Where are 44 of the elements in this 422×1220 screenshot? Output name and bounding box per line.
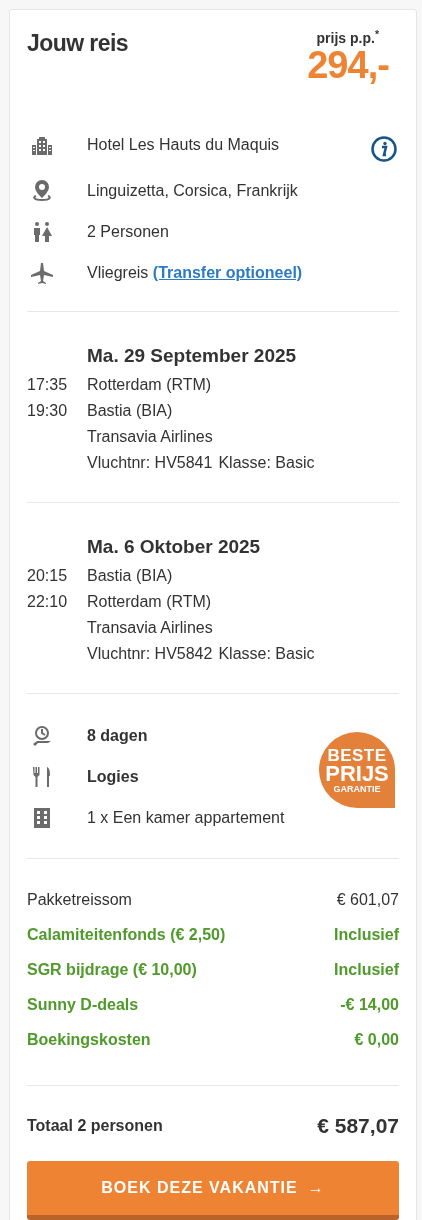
info-text: 2 Personen [87, 222, 169, 242]
info-text: Vliegreis (Transfer optioneel) [87, 263, 303, 283]
cost-label: SGR bijdrage (€ 10,00) [27, 960, 197, 980]
info-icon[interactable] [371, 136, 397, 162]
info-text: Linguizetta, Corsica, Frankrijk [87, 181, 298, 201]
info-text: Hotel Les Hauts du Maquis [87, 135, 280, 155]
cost-label: Pakketreissom [27, 890, 132, 910]
detail-text: 1 x Een kamer appartement [87, 808, 285, 828]
cost-label: Calamiteitenfonds (€ 2,50) [27, 925, 226, 945]
flight-number: Vluchtnr: HV5842 [87, 644, 213, 664]
total-label: Totaal 2 personen [27, 1115, 163, 1136]
flight-time: 22:10 [27, 593, 68, 610]
total-amount: € 587,07 [317, 1113, 399, 1139]
cost-value: € 0,00 [354, 1030, 399, 1050]
cost-label: Boekingskosten [27, 1030, 151, 1050]
card-title: Jouw reis [27, 29, 128, 58]
price-amount: 294,- [307, 46, 389, 84]
flight-info: Bastia (BIA) [87, 566, 173, 586]
flight-number: Vluchtnr: HV5841 [87, 453, 213, 473]
flight-date: Ma. 6 Oktober 2025 [87, 535, 262, 559]
flight-date: Ma. 29 September 2025 [87, 344, 298, 368]
flight-info: Rotterdam (RTM) [87, 592, 212, 612]
detail-text: 8 dagen [87, 726, 148, 746]
flight-info: Bastia (BIA) [87, 401, 173, 421]
flight-class: Klasse: Basic [218, 644, 315, 664]
cost-value: Inclusief [334, 925, 399, 945]
cost-value: -€ 14,00 [340, 995, 399, 1015]
price-label: prijs p.p.$^{*}$ [316, 30, 380, 46]
airplane-icon [30, 261, 54, 285]
cost-value: Inclusief [334, 960, 399, 980]
flight-time: 20:15 [27, 567, 68, 584]
location-pin-icon [30, 179, 54, 203]
flight-info: Transavia Airlines [87, 427, 213, 447]
flight-time: 17:35 [27, 376, 68, 393]
book-button[interactable]: BOEK DEZE VAKANTIE → [27, 1160, 399, 1220]
flight-time: 19:30 [27, 402, 68, 419]
cost-value: € 601,07 [336, 890, 399, 910]
flight-info: Rotterdam (RTM) [87, 375, 212, 395]
detail-text: Logies [87, 767, 139, 787]
cost-label: Sunny D-deals [27, 995, 139, 1015]
transfer-link[interactable]: (Transfer optioneel) [152, 264, 303, 281]
flight-class: Klasse: Basic [218, 453, 315, 473]
flight-info: Transavia Airlines [87, 618, 213, 638]
best-price-badge: BESTE PRIJS GARANTIE [319, 732, 395, 808]
